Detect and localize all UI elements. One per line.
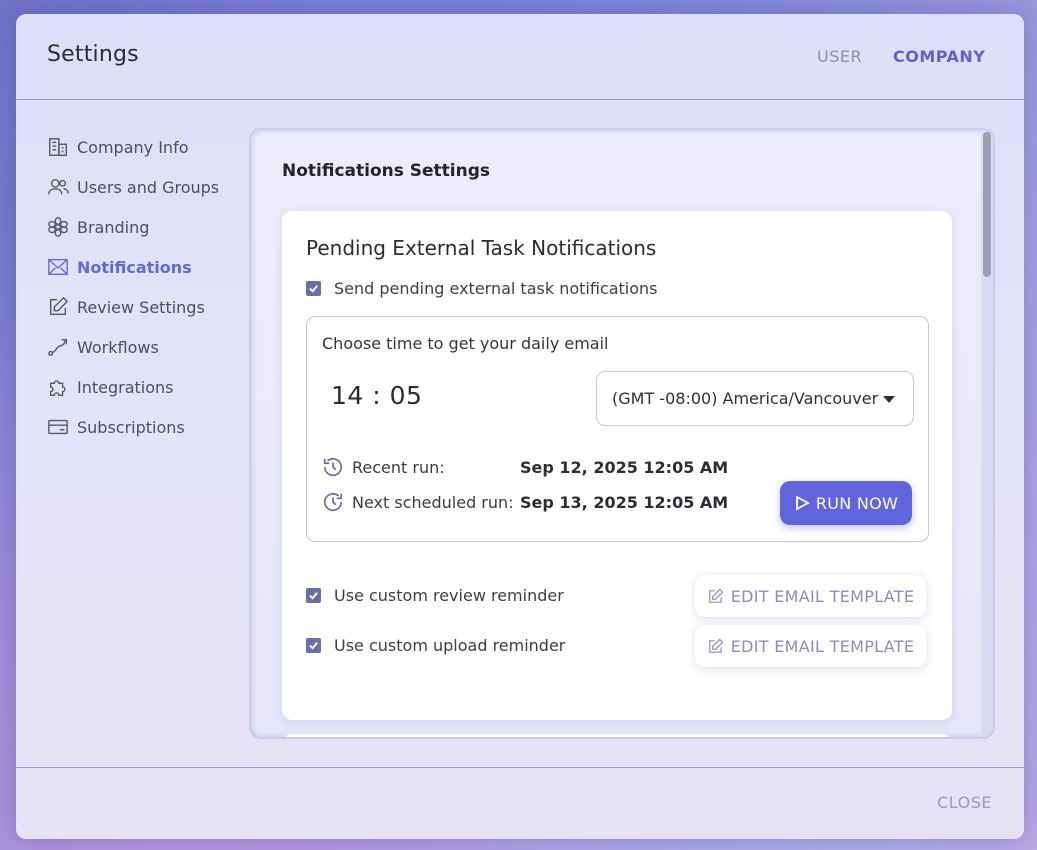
envelope-icon (46, 255, 70, 279)
history-icon (322, 456, 344, 478)
sidebar-item-review-settings[interactable]: Review Settings (46, 287, 246, 327)
sidebar-item-label: Workflows (77, 337, 159, 357)
upload-reminder-label: Use custom upload reminder (334, 636, 566, 655)
sidebar-item-label: Branding (77, 217, 150, 237)
edit-template-label: EDIT EMAIL TEMPLATE (730, 636, 915, 656)
caret-down-icon (883, 396, 895, 403)
timezone-value: (GMT -08:00) America/Vancouver (612, 389, 879, 408)
panel-title: Notifications Settings (282, 161, 491, 181)
play-icon (795, 495, 810, 511)
next-card-peek (282, 734, 952, 737)
daily-email-label: Choose time to get your daily email (322, 334, 609, 353)
sidebar: Company Info Users and Groups Branding N… (46, 127, 246, 447)
sidebar-item-branding[interactable]: Branding (46, 207, 246, 247)
edit-review-template-button[interactable]: EDIT EMAIL TEMPLATE (695, 575, 926, 617)
sidebar-item-label: Company Info (77, 137, 189, 157)
upload-reminder-checkbox[interactable] (306, 638, 321, 653)
card-title: Pending External Task Notifications (306, 236, 657, 260)
recent-run-row: Recent run: (322, 456, 445, 478)
sidebar-item-label: Review Settings (77, 297, 205, 317)
building-icon (46, 135, 70, 159)
sidebar-item-company-info[interactable]: Company Info (46, 127, 246, 167)
next-run-label: Next scheduled run: (352, 492, 514, 512)
run-now-label: RUN NOW (815, 493, 899, 513)
sidebar-item-label: Users and Groups (77, 177, 220, 197)
flower-icon (46, 215, 70, 239)
edit-upload-template-button[interactable]: EDIT EMAIL TEMPLATE (695, 625, 926, 667)
sidebar-item-label: Integrations (77, 377, 174, 397)
dialog-header: Settings USER COMPANY (16, 14, 1024, 100)
sidebar-item-workflows[interactable]: Workflows (46, 327, 246, 367)
review-reminder-checkbox[interactable] (306, 588, 321, 603)
pending-notifications-card: Pending External Task Notifications Send… (282, 211, 952, 720)
scrollbar-thumb[interactable] (983, 132, 991, 277)
review-reminder-label: Use custom review reminder (334, 586, 564, 605)
clock-refresh-icon (322, 491, 344, 513)
tab-company[interactable]: COMPANY (893, 47, 985, 66)
credit-card-icon (46, 415, 70, 439)
send-notifications-label: Send pending external task notifications (334, 279, 658, 298)
scrollbar[interactable] (981, 130, 993, 737)
users-icon (46, 175, 70, 199)
route-icon (46, 335, 70, 359)
time-picker[interactable]: 14 : 05 (331, 381, 422, 410)
dialog-title: Settings (47, 42, 139, 67)
sidebar-item-integrations[interactable]: Integrations (46, 367, 246, 407)
send-notifications-row: Send pending external task notifications (306, 279, 658, 298)
daily-email-box: Choose time to get your daily email 14 :… (306, 316, 929, 542)
puzzle-icon (46, 375, 70, 399)
next-run-value: Sep 13, 2025 12:05 AM (520, 493, 729, 512)
edit-icon (708, 588, 724, 603)
edit-icon (46, 295, 70, 319)
edit-icon (708, 638, 724, 653)
settings-dialog: Settings USER COMPANY Company Info Users… (16, 14, 1024, 839)
run-now-button[interactable]: RUN NOW (780, 481, 912, 525)
recent-run-label: Recent run: (352, 457, 445, 477)
sidebar-item-label: Subscriptions (77, 417, 185, 437)
review-reminder-row: Use custom review reminder (306, 586, 564, 605)
notifications-panel: Notifications Settings Pending External … (251, 130, 993, 737)
close-button[interactable]: CLOSE (937, 793, 992, 812)
recent-run-value: Sep 12, 2025 12:05 AM (520, 458, 729, 477)
edit-template-label: EDIT EMAIL TEMPLATE (730, 586, 915, 606)
next-run-row: Next scheduled run: (322, 491, 514, 513)
dialog-footer: CLOSE (16, 767, 1024, 839)
sidebar-item-subscriptions[interactable]: Subscriptions (46, 407, 246, 447)
send-notifications-checkbox[interactable] (306, 281, 321, 296)
sidebar-item-users-and-groups[interactable]: Users and Groups (46, 167, 246, 207)
sidebar-item-label: Notifications (77, 257, 192, 277)
timezone-select[interactable]: (GMT -08:00) America/Vancouver (596, 371, 914, 426)
upload-reminder-row: Use custom upload reminder (306, 636, 565, 655)
sidebar-item-notifications[interactable]: Notifications (46, 247, 246, 287)
tab-user[interactable]: USER (817, 47, 862, 66)
